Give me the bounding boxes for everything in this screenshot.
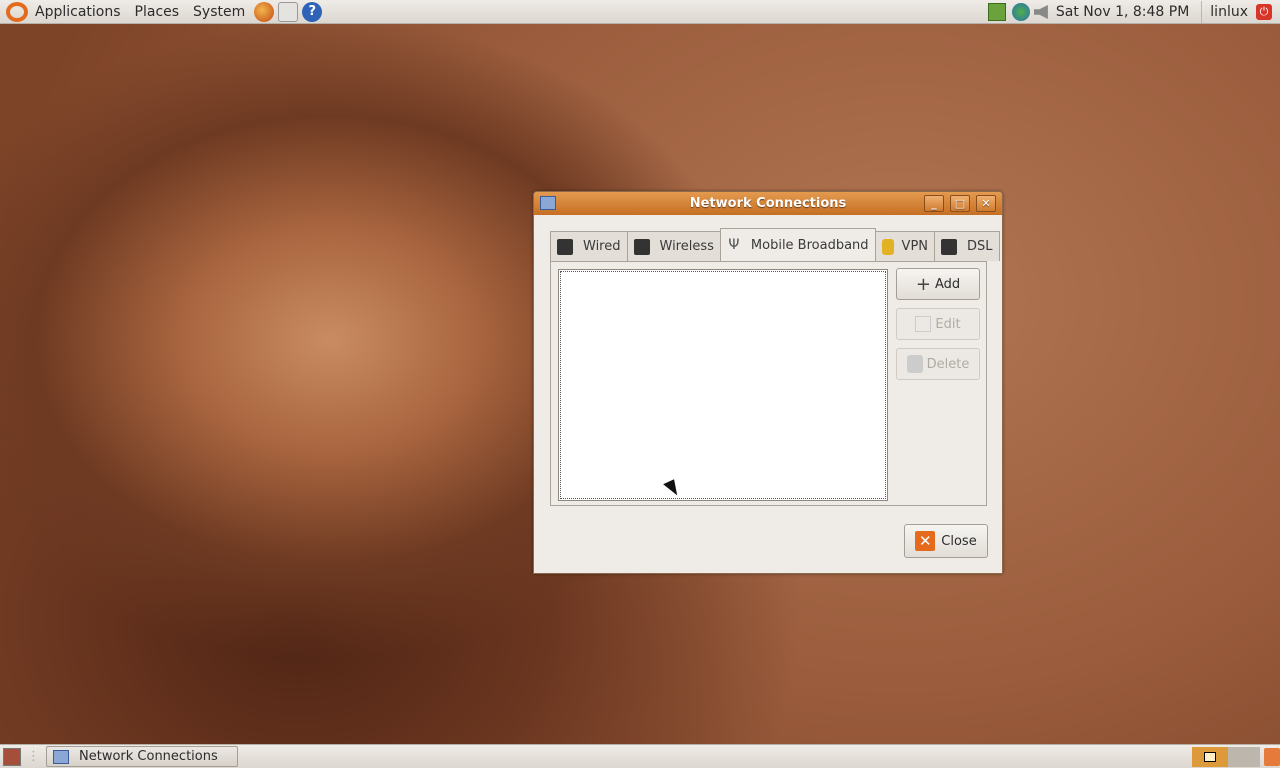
tab-wired[interactable]: Wired	[550, 231, 628, 261]
taskbar-item-network-connections[interactable]: Network Connections	[46, 746, 238, 767]
wireless-icon	[633, 238, 650, 255]
separator	[1201, 1, 1203, 23]
battery-icon[interactable]	[987, 3, 1006, 21]
help-icon[interactable]: ?	[302, 1, 323, 22]
workspace-switcher	[1192, 746, 1280, 768]
maximize-button[interactable]: □	[950, 195, 970, 212]
menu-places[interactable]: Places	[128, 0, 187, 24]
bottom-panel: ⋮ Network Connections	[0, 744, 1280, 768]
top-panel: Applications Places System ? Sat Nov 1, …	[0, 0, 1280, 24]
wired-icon	[557, 238, 573, 255]
title-bar[interactable]: Network Connections _ □ ✕	[534, 192, 1002, 215]
volume-icon[interactable]	[1033, 5, 1048, 19]
tab-dsl[interactable]: DSL	[934, 231, 1000, 261]
network-connections-window: Network Connections _ □ ✕ Wired Wireless…	[533, 191, 1003, 574]
tab-pane: + Add Edit Delete	[550, 261, 987, 506]
dsl-icon	[941, 238, 958, 255]
edit-icon	[915, 316, 932, 332]
workspace-2[interactable]	[1228, 747, 1260, 767]
network-icon[interactable]	[1011, 3, 1030, 21]
close-window-button[interactable]: ✕	[976, 195, 996, 212]
add-button[interactable]: + Add	[896, 268, 980, 300]
tab-vpn[interactable]: VPN	[874, 231, 936, 261]
shutdown-icon[interactable]: ⏻	[1256, 4, 1272, 20]
system-tray: Sat Nov 1, 8:48 PM linlux ⏻	[987, 0, 1280, 24]
tab-mobile-broadband[interactable]: Ψ Mobile Broadband	[719, 228, 876, 261]
clock[interactable]: Sat Nov 1, 8:48 PM	[1056, 4, 1189, 20]
ubuntu-logo-icon[interactable]	[6, 1, 28, 22]
network-window-icon	[540, 196, 556, 210]
trash-icon	[906, 355, 923, 373]
connection-list[interactable]	[558, 269, 888, 501]
trash-applet-icon[interactable]	[1264, 748, 1280, 766]
connection-tabs: Wired Wireless Ψ Mobile Broadband VPN DSL	[550, 228, 1000, 261]
show-desktop-icon[interactable]	[3, 747, 21, 766]
user-name[interactable]: linlux	[1210, 4, 1248, 20]
window-title: Network Connections	[689, 196, 847, 211]
menu-applications[interactable]: Applications	[28, 0, 128, 24]
minimize-button[interactable]: _	[924, 195, 944, 212]
firefox-icon[interactable]	[254, 1, 275, 22]
lock-icon	[881, 238, 894, 255]
menu-system[interactable]: System	[186, 0, 252, 24]
network-window-icon	[53, 749, 69, 764]
handle[interactable]: ⋮	[27, 749, 40, 764]
mail-icon[interactable]	[278, 1, 299, 22]
tab-wireless[interactable]: Wireless	[626, 231, 721, 261]
workspace-1[interactable]	[1192, 747, 1228, 767]
close-icon: ✕	[915, 531, 936, 551]
close-button[interactable]: ✕ Close	[904, 524, 988, 558]
edit-button[interactable]: Edit	[896, 308, 980, 340]
plus-icon: +	[915, 273, 931, 295]
delete-button[interactable]: Delete	[896, 348, 980, 380]
antenna-icon: Ψ	[728, 237, 740, 253]
